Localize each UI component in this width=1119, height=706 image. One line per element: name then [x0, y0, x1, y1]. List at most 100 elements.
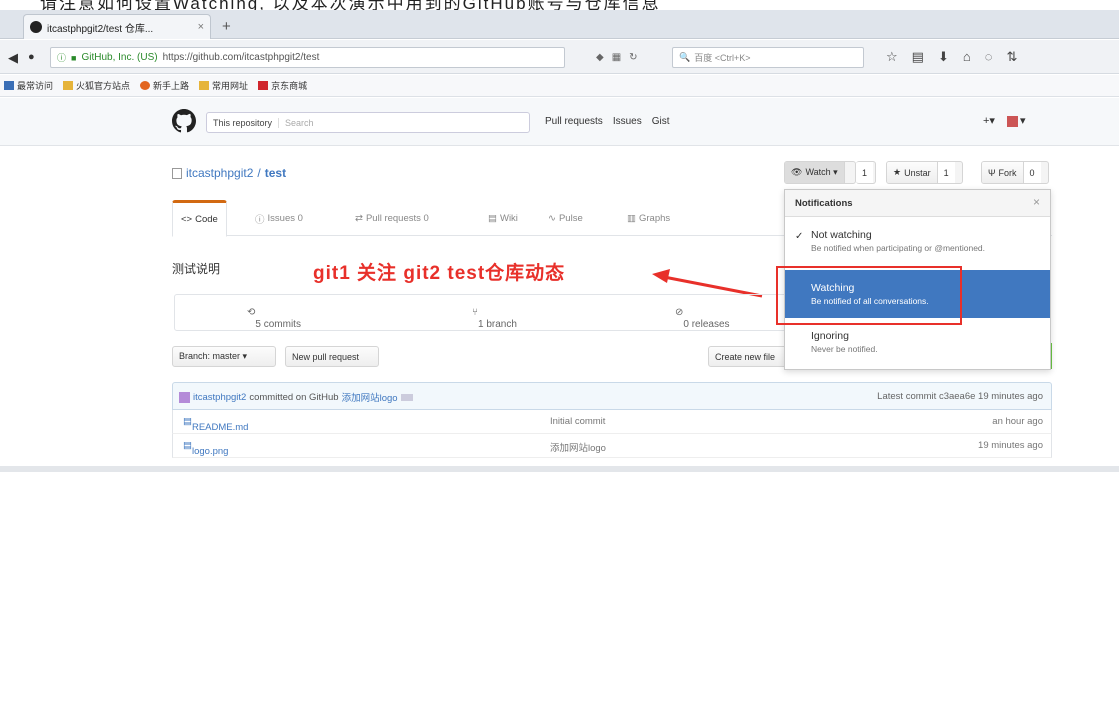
caption-strip: 请注意如何设置Watching, 以及本次演示中用到的GitHub账号与仓库信息	[0, 0, 1119, 10]
github-favicon-icon	[30, 21, 42, 33]
folder-icon	[199, 81, 210, 90]
firefox-icon	[140, 81, 151, 90]
browser-navbar: ◀ ● ⓘ ■ GitHub, Inc. (US) https://github…	[0, 40, 1119, 74]
tab-pulse[interactable]: ∿ Pulse	[540, 200, 591, 237]
commit-message[interactable]: 添加网站logo	[342, 390, 398, 404]
bookmark-label: 最常访问	[17, 81, 54, 91]
tab-code[interactable]: <> Code	[172, 200, 227, 237]
pulse-icon: ∿	[548, 213, 556, 224]
file-name-text: logo.png	[191, 446, 229, 457]
commit-author[interactable]: itcastphpgit2	[193, 392, 246, 403]
latest-commit-summary: itcastphpgit2 committed on GitHub 添加网站lo…	[179, 390, 413, 404]
commits-count[interactable]: ⟲ 5 commits	[247, 307, 301, 330]
search-placeholder: 百度 <Ctrl+K>	[694, 53, 751, 63]
bookmark-label: 火狐官方站点	[76, 81, 131, 91]
fork-icon: Ψ	[988, 167, 996, 178]
file-commit-message[interactable]: Initial commit	[550, 416, 605, 427]
graph-icon: ▥	[627, 213, 636, 224]
option-ignoring[interactable]: Ignoring Never be notified.	[785, 330, 1050, 366]
more-icon[interactable]	[400, 393, 413, 401]
bookmark-icon	[4, 81, 14, 90]
code-icon: <>	[181, 214, 193, 225]
create-new-file-button[interactable]: Create new file	[708, 346, 790, 367]
fork-button[interactable]: Ψ Fork 0	[981, 161, 1049, 184]
release-count[interactable]: ⊘ 0 releases	[675, 307, 730, 330]
unstar-label: Unstar	[904, 167, 931, 178]
unstar-label-group: ★ Unstar	[887, 162, 938, 183]
bookmark-label: 常用网址	[212, 81, 249, 91]
file-commit-message[interactable]: 添加网站logo	[550, 440, 606, 454]
file-row[interactable]: ▤ README.md Initial commit an hour ago	[172, 410, 1052, 434]
bookmark-label: 京东商城	[271, 81, 308, 91]
close-tab-icon[interactable]: ×	[198, 21, 204, 33]
latest-commit-bar: itcastphpgit2 committed on GitHub 添加网站lo…	[172, 382, 1052, 410]
download-icon[interactable]: ⬇	[938, 49, 949, 65]
caption-text: 请注意如何设置Watching, 以及本次演示中用到的GitHub账号与仓库信息	[40, 0, 661, 10]
sync-icon[interactable]: ⇅	[1006, 49, 1017, 65]
file-row[interactable]: ▤ logo.png 添加网站logo 19 minutes ago	[172, 434, 1052, 458]
fork-count: 0	[1023, 162, 1041, 183]
dropdown-title: Notifications	[795, 198, 853, 209]
watch-label-group: 👁 Watch ▾	[785, 162, 845, 183]
browser-tab[interactable]: itcastphpgit2/test 仓库... ×	[23, 14, 211, 39]
watch-count[interactable]: 1	[856, 161, 876, 184]
repo-name-link[interactable]: test	[265, 166, 286, 180]
bookmark-item[interactable]: 新手上路	[140, 79, 189, 92]
url-actions: ◆ ▦ ↻	[596, 52, 638, 63]
clipboard-icon[interactable]: ▤	[912, 49, 924, 65]
file-name[interactable]: ▤ logo.png	[183, 440, 228, 457]
new-tab-button[interactable]: +	[222, 19, 231, 34]
option-not-watching[interactable]: ✓ Not watching Be notified when particip…	[785, 229, 1050, 265]
bookmarks-bar: 最常访问 火狐官方站点 新手上路 常用网址 京东商城	[0, 75, 1119, 97]
bookmark-item[interactable]: 京东商城	[258, 79, 307, 92]
reload-icon[interactable]: ↻	[629, 52, 637, 63]
github-search-input[interactable]: This repository Search	[206, 112, 530, 133]
tab-graphs[interactable]: ▥ Graphs	[619, 200, 678, 237]
grid-icon[interactable]: ▦	[612, 52, 621, 63]
jd-icon	[258, 81, 269, 90]
site-identity: GitHub, Inc. (US)	[81, 52, 158, 63]
tab-label: Pull requests 0	[365, 213, 429, 224]
shield-icon[interactable]: ◆	[596, 52, 604, 63]
create-new-button[interactable]: +▾	[983, 114, 995, 127]
commits-label: 5 commits	[255, 319, 301, 330]
watch-count-value: 1	[856, 162, 874, 183]
repo-owner-link[interactable]: itcastphpgit2	[186, 166, 253, 180]
url-bar[interactable]: ⓘ ■ GitHub, Inc. (US) https://github.com…	[50, 47, 565, 68]
repo-summary: ⟲ 5 commits ⑂ 1 branch ⊘ 0 releases	[174, 294, 794, 331]
nav-gist[interactable]: Gist	[652, 116, 670, 127]
tab-label: Issues 0	[267, 213, 303, 224]
tab-label: Wiki	[499, 213, 518, 224]
tab-issues[interactable]: ⓘ Issues 0	[247, 200, 311, 237]
search-engine-input[interactable]: 🔍 百度 <Ctrl+K>	[672, 47, 864, 68]
watch-label: Watch ▾	[805, 167, 838, 177]
branch-label: 1 branch	[478, 319, 517, 330]
unstar-button[interactable]: ★ Unstar 1	[886, 161, 963, 184]
bookmark-item[interactable]: 常用网址	[199, 79, 248, 92]
branch-select[interactable]: Branch: master ▾	[172, 346, 276, 367]
github-logo-icon[interactable]	[172, 109, 196, 133]
pocket-icon[interactable]: ◌	[985, 49, 993, 65]
fork-label: Fork	[998, 167, 1017, 178]
annotation-text: git1 关注 git2 test仓库动态	[313, 263, 566, 284]
nav-issues[interactable]: Issues	[613, 116, 642, 127]
branch-count[interactable]: ⑂ 1 branch	[472, 307, 517, 330]
tab-label: Graphs	[638, 213, 671, 224]
avatar-button[interactable]: ▾	[1006, 114, 1025, 127]
forward-icon[interactable]: ●	[28, 51, 35, 63]
star-icon[interactable]: ☆	[886, 49, 898, 65]
home-icon[interactable]: ⌂	[963, 49, 971, 65]
tab-pull-requests[interactable]: ⇄ Pull requests 0	[347, 200, 437, 237]
search-placeholder: Search	[285, 117, 314, 128]
repo-description: 测试说明	[172, 262, 221, 276]
nav-pull-requests[interactable]: Pull requests	[545, 116, 603, 127]
bookmark-item[interactable]: 火狐官方站点	[63, 79, 130, 92]
close-icon[interactable]: ×	[1033, 195, 1040, 209]
tab-wiki[interactable]: ▤ Wiki	[480, 200, 526, 237]
watch-button[interactable]: 👁 Watch ▾	[784, 161, 856, 184]
bookmark-item[interactable]: 最常访问	[4, 79, 53, 92]
back-icon[interactable]: ◀	[8, 50, 18, 66]
file-name[interactable]: ▤ README.md	[183, 416, 248, 433]
search-scope: This repository	[213, 117, 280, 128]
new-pull-request-button[interactable]: New pull request	[285, 346, 379, 367]
